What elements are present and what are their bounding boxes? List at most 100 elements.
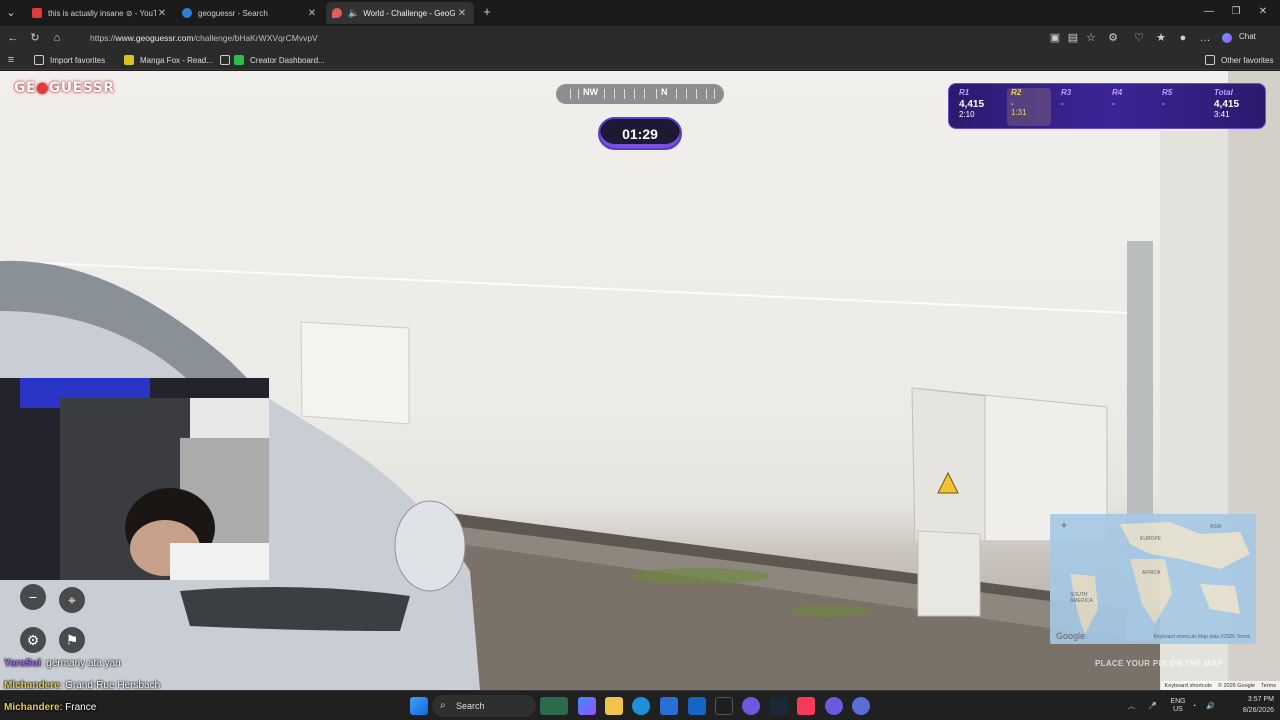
- region-text: US: [1173, 706, 1183, 713]
- language-indicator[interactable]: ENG US: [1164, 698, 1192, 714]
- round-score: -: [1011, 99, 1014, 108]
- wifi-icon[interactable]: ◔: [1192, 703, 1206, 710]
- round-r2: R2 - 1:31: [1007, 88, 1051, 126]
- round-time: 3:41: [1214, 110, 1230, 119]
- logo-text-pre: GE: [14, 80, 37, 96]
- refresh-icon[interactable]: ↻: [28, 31, 42, 45]
- search-icon: ⌕: [440, 700, 446, 711]
- tab-actions-chevron-icon[interactable]: ⌄: [4, 6, 18, 20]
- flag-button[interactable]: ⚑: [59, 627, 85, 653]
- favorite-star-icon[interactable]: ☆: [1084, 31, 1098, 45]
- fav-label: Manga Fox - Read...: [140, 55, 213, 65]
- geoguessr-logo[interactable]: GE●GUESSR: [14, 80, 115, 96]
- map-label-europe: EUROPE: [1140, 536, 1162, 542]
- close-window-icon[interactable]: ✕: [1256, 6, 1270, 17]
- copilot-taskbar-icon[interactable]: [578, 697, 596, 715]
- back-icon[interactable]: ←: [6, 31, 20, 45]
- store-icon[interactable]: [660, 697, 678, 715]
- return-to-start-button[interactable]: ⌖: [59, 587, 85, 613]
- settings-app-icon[interactable]: [852, 697, 870, 715]
- windows-taskbar: ⌕ Search ︿ 🎤 ENG US ◔ 🔊 3:57 PM 8/26/202…: [0, 690, 1280, 720]
- browser-tab-strip: ⌄ this is actually insane ⊘ - YouTub ✕ g…: [0, 0, 1280, 26]
- other-favorites-label: Other favorites: [1221, 55, 1274, 65]
- favorites-icon[interactable]: ★: [1154, 31, 1168, 45]
- speaker-icon[interactable]: 🔈: [348, 8, 359, 19]
- chat-button[interactable]: Chat: [1239, 32, 1256, 41]
- clock-time: 3:57 PM: [1247, 696, 1274, 703]
- compass-tick: [624, 89, 625, 99]
- fav-manga-fox[interactable]: Manga Fox - Read...: [124, 54, 213, 66]
- logo-pin-icon: ●: [36, 80, 49, 96]
- logo-text-post: GUESSR: [48, 80, 115, 96]
- tab-geoguessr[interactable]: 🔈 World - Challenge - GeoGues ✕: [326, 2, 474, 24]
- outlook-icon[interactable]: [688, 697, 706, 715]
- discord-ptb-icon[interactable]: [825, 697, 843, 715]
- chat-username: Michandere: [4, 702, 60, 713]
- windows-start-icon[interactable]: [410, 697, 428, 715]
- file-explorer-icon[interactable]: [605, 697, 623, 715]
- music-icon[interactable]: [797, 697, 815, 715]
- webcam-image: [0, 378, 269, 580]
- tab-title: this is actually insane ⊘ - YouTub: [48, 8, 156, 18]
- more-options-icon[interactable]: …: [1198, 31, 1212, 45]
- discord-icon[interactable]: [742, 697, 760, 715]
- guess-minimap[interactable]: + EUROPE ASIA AFRICA SOUTH AMERICA Googl…: [1050, 514, 1256, 644]
- microphone-icon[interactable]: 🎤: [1148, 702, 1164, 710]
- tab-search[interactable]: geoguessr - Search ✕: [176, 2, 324, 24]
- round-score: -: [1061, 99, 1064, 108]
- search-placeholder: Search: [456, 701, 485, 711]
- taskbar-search[interactable]: ⌕ Search: [432, 695, 536, 717]
- fav-creator-dashboard[interactable]: Creator Dashboard...: [220, 54, 325, 66]
- reading-list-icon[interactable]: ≡: [4, 53, 18, 67]
- compass-tick: [706, 89, 707, 99]
- round-time: 2:10: [959, 110, 975, 119]
- widgets-icon[interactable]: [540, 697, 568, 715]
- google-logo: Google: [1056, 631, 1086, 641]
- youtube-favicon-icon: [32, 8, 42, 18]
- taskbar-clock[interactable]: 3:57 PM 8/26/2026: [1234, 694, 1274, 716]
- edge-browser-icon[interactable]: [632, 697, 650, 715]
- zoom-out-button[interactable]: −: [20, 584, 46, 610]
- compass-tick: [676, 89, 677, 99]
- home-icon[interactable]: ⌂: [50, 31, 64, 45]
- round-scoreboard: R1 4,415 2:10 R2 - 1:31 R3 - R4 - R5 - T…: [948, 83, 1266, 129]
- app-available-icon[interactable]: ▣: [1048, 31, 1062, 45]
- maximize-window-icon[interactable]: ❐: [1229, 6, 1243, 17]
- new-tab-icon[interactable]: +: [480, 5, 494, 19]
- volume-icon[interactable]: 🔊: [1206, 702, 1220, 710]
- terms-link[interactable]: Terms: [1261, 683, 1276, 689]
- round-r1: R1 4,415 2:10: [959, 88, 1003, 119]
- compass: NW N: [556, 84, 724, 104]
- settings-button[interactable]: ⚙: [20, 627, 46, 653]
- other-favorites[interactable]: Other favorites: [1205, 54, 1273, 66]
- fav-label: Creator Dashboard...: [250, 55, 325, 65]
- round-label: Total: [1214, 88, 1233, 97]
- close-tab-icon[interactable]: ✕: [456, 8, 468, 19]
- manga-fox-icon: [124, 55, 134, 65]
- reader-mode-icon[interactable]: ▤: [1066, 31, 1080, 45]
- browser-essentials-icon[interactable]: ♡: [1132, 31, 1146, 45]
- keyboard-shortcuts-link[interactable]: Keyboard shortcuts: [1165, 683, 1212, 689]
- steam-icon[interactable]: [770, 697, 788, 715]
- round-label: R2: [1011, 88, 1022, 97]
- zoom-in-icon[interactable]: +: [1058, 519, 1070, 531]
- copilot-icon[interactable]: [1222, 33, 1232, 43]
- tab-youtube[interactable]: this is actually insane ⊘ - YouTub ✕: [26, 2, 174, 24]
- close-tab-icon[interactable]: ✕: [156, 8, 168, 19]
- fav-import[interactable]: Import favorites: [34, 54, 105, 66]
- extensions-icon[interactable]: ⚙: [1106, 31, 1120, 45]
- copyright-text: © 2026 Google: [1217, 682, 1256, 689]
- compass-tick: [578, 89, 579, 99]
- tray-overflow-icon[interactable]: ︿: [1128, 701, 1142, 711]
- address-bar[interactable]: https://www.geoguessr.com/challenge/bHaK…: [78, 29, 1078, 47]
- obs-icon[interactable]: [715, 697, 733, 715]
- compass-tick: [570, 89, 571, 99]
- compass-tick: [686, 89, 687, 99]
- round-total: Total 4,415 3:41: [1214, 88, 1262, 119]
- close-tab-icon[interactable]: ✕: [306, 8, 318, 19]
- chat-text: : France: [59, 702, 97, 713]
- profile-avatar-icon[interactable]: ●: [1176, 31, 1190, 45]
- minimize-window-icon[interactable]: —: [1202, 6, 1216, 17]
- street-view-panorama[interactable]: GE●GUESSR NW N 01:29 R1 4,415 2:10 R2 - …: [0, 71, 1280, 690]
- compass-tick: [696, 89, 697, 99]
